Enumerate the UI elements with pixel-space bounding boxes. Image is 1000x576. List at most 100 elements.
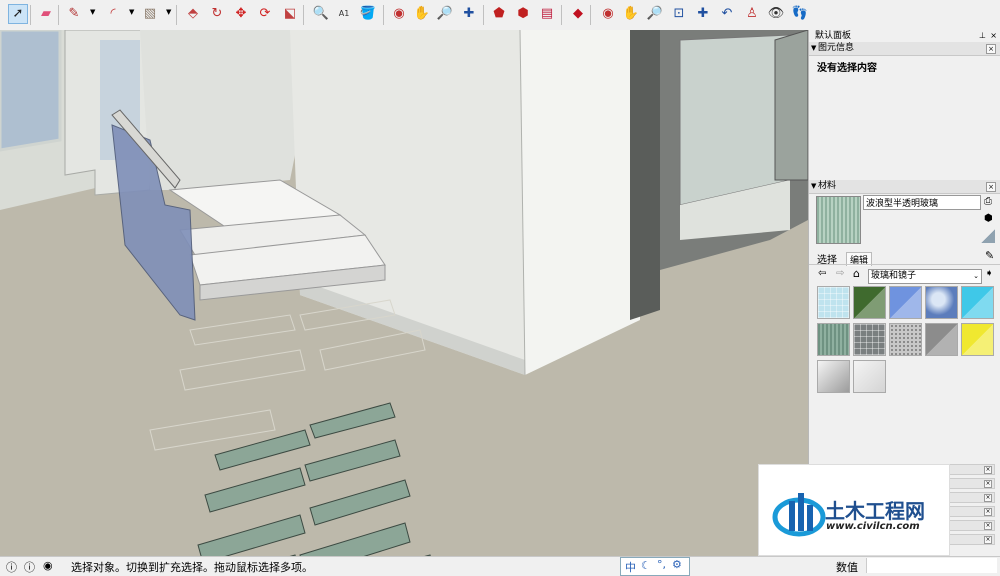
pan-tool-2-icon[interactable]: ✋ (621, 4, 641, 24)
close-icon[interactable]: × (984, 522, 992, 530)
zoom-tool-2-icon[interactable]: 🔎 (645, 4, 665, 24)
material-swatch[interactable] (925, 323, 958, 356)
material-swatch[interactable] (961, 286, 994, 319)
material-swatch[interactable] (889, 323, 922, 356)
chevron-down-icon: ⌄ (973, 272, 979, 280)
material-swatch[interactable] (925, 286, 958, 319)
close-icon[interactable]: × (984, 480, 992, 488)
library-select[interactable]: 玻璃和镜子 ⌄ (868, 269, 982, 284)
toolbar-separator (58, 5, 59, 25)
tape-measure-tool-icon[interactable]: 🔍 (311, 4, 331, 24)
forward-arrow-icon[interactable]: ⇨ (836, 268, 844, 279)
material-swatch[interactable] (853, 323, 886, 356)
library-select-value: 玻璃和镜子 (871, 271, 917, 281)
close-icon[interactable]: × (984, 536, 992, 544)
push-pull-tool-icon[interactable]: ⬘ (183, 4, 203, 24)
shape-tool-icon[interactable]: ▧ (140, 4, 160, 24)
close-icon[interactable]: × (984, 494, 992, 502)
pan-tool-icon[interactable]: ✋ (412, 4, 432, 24)
material-name-field[interactable] (863, 195, 981, 210)
ime-toolbar[interactable]: 中 ☾ °, ⚙ (620, 557, 690, 576)
toolbar-separator (30, 5, 31, 25)
status-message: 选择对象。切换到扩充选择。拖动鼠标选择多项。 (71, 561, 313, 574)
toolbar-separator (383, 5, 384, 25)
text-tool-icon[interactable]: A1 (334, 4, 354, 24)
material-preview (816, 196, 861, 244)
entity-info-message: 没有选择内容 (817, 63, 877, 74)
collapsed-tray-5[interactable]: × (948, 520, 995, 531)
scale-tool-icon[interactable]: ⬕ (280, 4, 300, 24)
ime-mode-label[interactable]: 中 (625, 559, 636, 575)
toolbar-separator (483, 5, 484, 25)
home-icon[interactable]: ⌂ (853, 267, 860, 280)
material-swatch[interactable] (853, 286, 886, 319)
paint-bucket-tool-icon[interactable]: 🪣 (358, 4, 378, 24)
material-swatch[interactable] (889, 286, 922, 319)
collapsed-tray-4[interactable]: × (948, 506, 995, 517)
previous-view-icon[interactable]: ↶ (717, 4, 737, 24)
ruby-console-icon[interactable]: ◆ (568, 4, 588, 24)
punctuation-icon[interactable]: °, (657, 558, 666, 571)
material-sample-icon[interactable]: ⬢ (984, 213, 993, 224)
share-model-icon[interactable]: ▤ (537, 4, 557, 24)
collapse-arrow-icon: ▼ (811, 182, 817, 190)
zoom-extents-tool-2-icon[interactable]: ✚ (693, 4, 713, 24)
collapsed-tray-1[interactable]: × (948, 464, 995, 475)
zoom-window-tool-icon[interactable]: ⊡ (669, 4, 689, 24)
eraser-tool-icon[interactable]: ▰ (36, 4, 56, 24)
close-icon[interactable]: × (984, 508, 992, 516)
rotate-tool-icon[interactable]: ⟳ (255, 4, 275, 24)
collapse-arrow-icon: ▼ (811, 44, 817, 52)
walk-tool-icon[interactable]: 👣 (790, 4, 810, 24)
tray-title: 默认面板 (815, 31, 852, 41)
collapsed-tray-3[interactable]: × (948, 492, 995, 503)
create-material-icon[interactable]: ⎙ (984, 196, 992, 207)
extension-warehouse-icon[interactable]: ⬢ (513, 4, 533, 24)
materials-header[interactable]: ▼ 材料 × (809, 180, 1000, 194)
material-swatch[interactable] (853, 360, 886, 393)
ime-settings-icon[interactable]: ⚙ (672, 558, 682, 571)
entity-info-header[interactable]: ▼ 图元信息 × (809, 42, 1000, 56)
orbit-tool-icon[interactable]: ◉ (389, 4, 409, 24)
toolbar-separator (303, 5, 304, 25)
tray-close-icon[interactable]: × (990, 30, 997, 42)
model-viewport[interactable] (0, 30, 808, 556)
back-arrow-icon[interactable]: ⇦ (818, 268, 826, 279)
material-swatch[interactable] (817, 286, 850, 319)
look-around-icon[interactable]: 👁 (766, 4, 786, 24)
arc-tool-icon[interactable]: ◜ (103, 4, 123, 24)
logo-url: www.civilcn.com (826, 521, 920, 532)
material-swatch[interactable] (961, 323, 994, 356)
dropdown-arrow-icon[interactable]: ▼ (90, 8, 95, 16)
dropdown-arrow-icon[interactable]: ▼ (129, 8, 134, 16)
follow-me-tool-icon[interactable]: ↻ (207, 4, 227, 24)
select-tool-icon[interactable]: ➚ (8, 4, 28, 24)
watermark-logo: 土木工程网 www.civilcn.com (758, 464, 950, 556)
orbit-tool-2-icon[interactable]: ◉ (598, 4, 618, 24)
pin-icon[interactable]: ⊥ (979, 30, 986, 42)
zoom-extents-tool-icon[interactable]: ✚ (459, 4, 479, 24)
logo-name: 土木工程网 (825, 499, 925, 523)
material-swatch[interactable] (817, 323, 850, 356)
help-icon[interactable]: ⓘ (6, 559, 17, 575)
entity-info-close-icon[interactable]: × (986, 44, 996, 54)
position-camera-icon[interactable]: ♙ (742, 4, 762, 24)
material-swatch[interactable] (817, 360, 850, 393)
info-icon[interactable]: ⓘ (24, 559, 35, 575)
close-icon[interactable]: × (984, 466, 992, 474)
value-input[interactable] (866, 558, 997, 573)
move-tool-icon[interactable]: ✥ (231, 4, 251, 24)
details-arrow-icon[interactable]: ➧ (985, 268, 993, 279)
eyedropper-icon[interactable]: ✎ (985, 249, 994, 262)
dropdown-arrow-icon[interactable]: ▼ (166, 8, 171, 16)
zoom-tool-icon[interactable]: 🔎 (435, 4, 455, 24)
line-tool-icon[interactable]: ✎ (64, 4, 84, 24)
logo-mark-icon (772, 493, 826, 537)
warehouse-icon[interactable]: ⬟ (489, 4, 509, 24)
moon-icon[interactable]: ☾ (641, 559, 651, 572)
collapsed-tray-6[interactable]: × (948, 534, 995, 545)
user-account-icon[interactable]: ◉ (43, 559, 53, 572)
default-material-icon[interactable] (981, 229, 995, 243)
materials-close-icon[interactable]: × (986, 182, 996, 192)
collapsed-tray-2[interactable]: × (948, 478, 995, 489)
